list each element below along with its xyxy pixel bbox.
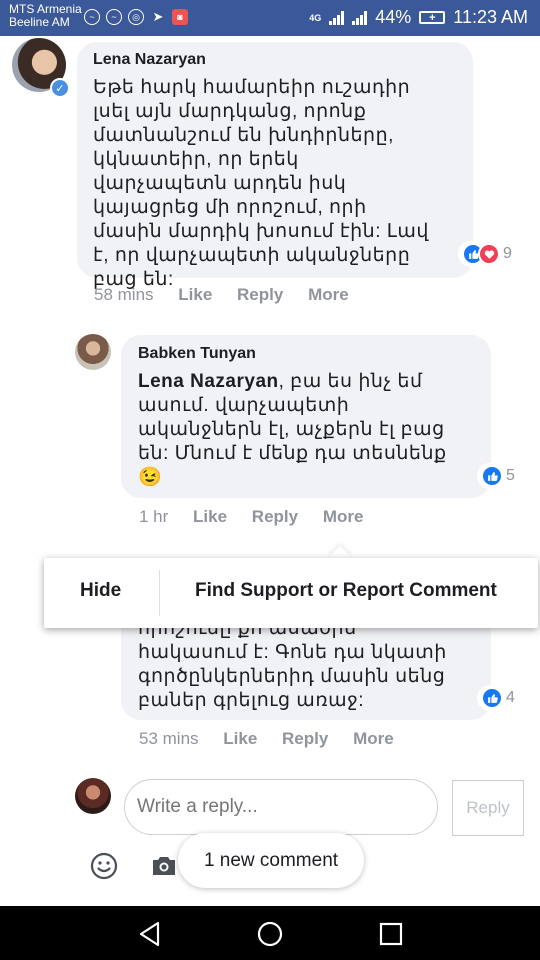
- mention-link[interactable]: Lena Nazaryan: [138, 371, 279, 392]
- avatar: [75, 778, 111, 814]
- comment-author[interactable]: Lena Nazaryan: [93, 51, 206, 69]
- like-button[interactable]: Like: [223, 729, 257, 748]
- home-icon[interactable]: [257, 921, 283, 952]
- clock: 11:23 AM: [453, 7, 528, 27]
- reply-button[interactable]: Reply: [282, 729, 328, 748]
- reaction-count: 4: [506, 689, 515, 706]
- system-indicators: 4G 44% + 11:23 AM: [309, 7, 528, 28]
- chrome-icon: ◎: [128, 9, 144, 25]
- like-button[interactable]: Like: [178, 285, 212, 304]
- battery-icon: +: [419, 11, 446, 24]
- signal-icon: [329, 10, 345, 25]
- menu-divider: [159, 570, 160, 616]
- wink-emoji: 😉: [138, 467, 163, 488]
- app-notification-icon: ◙: [172, 9, 188, 25]
- notification-icons: ~ ~ ◎ ➤ ◙: [84, 9, 188, 25]
- back-icon[interactable]: [138, 921, 162, 952]
- avatar[interactable]: [75, 334, 111, 370]
- reply-time: 53 mins: [139, 729, 199, 748]
- telegram-icon: ➤: [152, 9, 164, 24]
- messenger-icon-2: ~: [106, 9, 122, 25]
- reply-time: 1 hr: [139, 507, 169, 526]
- status-bar: MTS Armenia Beeline AM ~ ~ ◎ ➤ ◙ 4G 44% …: [0, 0, 540, 36]
- reply-meta: 53 mins Like Reply More: [139, 729, 394, 749]
- reply-text: Lena Nazaryan, բա ես ինչ եմ ասում. վարչա…: [138, 370, 463, 490]
- new-comment-pill[interactable]: 1 new comment: [178, 833, 364, 888]
- comment-meta: 58 mins Like Reply More: [94, 285, 349, 305]
- report-comment-menu-item[interactable]: Find Support or Report Comment: [195, 580, 497, 602]
- reply-meta: 1 hr Like Reply More: [139, 507, 363, 527]
- more-button[interactable]: More: [323, 507, 364, 526]
- hide-menu-item[interactable]: Hide: [80, 580, 121, 602]
- more-button[interactable]: More: [353, 729, 394, 748]
- comment-context-menu: Hide Find Support or Report Comment: [44, 558, 538, 628]
- carrier-labels: MTS Armenia Beeline AM: [9, 3, 82, 29]
- reply-author[interactable]: Babken Tunyan: [138, 345, 256, 363]
- reply-input[interactable]: [124, 779, 438, 835]
- like-reaction-icon: [481, 465, 503, 487]
- reply-text: որոշումը քո ասածին հակասում է: Գոնե դա ն…: [138, 618, 447, 711]
- reaction-count: 5: [506, 467, 515, 484]
- android-nav-bar: [0, 906, 540, 960]
- verified-badge-icon: ✓: [50, 78, 70, 98]
- battery-percent: 44%: [375, 7, 412, 27]
- network-type: 4G: [309, 12, 322, 23]
- more-button[interactable]: More: [308, 285, 349, 304]
- recents-icon[interactable]: [379, 922, 403, 951]
- comment-time: 58 mins: [94, 285, 154, 304]
- carrier-2: Beeline AM: [9, 15, 70, 29]
- like-reaction-icon: [481, 687, 503, 709]
- reply-button[interactable]: Reply: [237, 285, 283, 304]
- reply-button[interactable]: Reply: [252, 507, 298, 526]
- reaction-summary[interactable]: 5: [477, 463, 519, 489]
- comment-text: Եթե հարկ համարեիր ուշադիր լսել այն մարդկ…: [93, 77, 429, 290]
- like-button[interactable]: Like: [193, 507, 227, 526]
- camera-icon[interactable]: [150, 854, 178, 883]
- reaction-summary[interactable]: 4: [477, 685, 519, 711]
- love-reaction-icon: [478, 243, 500, 265]
- emoji-icon[interactable]: [90, 852, 118, 885]
- signal-icon-2: [352, 10, 368, 25]
- reaction-count: 9: [503, 245, 512, 262]
- reaction-summary[interactable]: 9: [458, 241, 516, 267]
- messenger-icon: ~: [84, 9, 100, 25]
- reply-submit-button[interactable]: Reply: [452, 780, 524, 836]
